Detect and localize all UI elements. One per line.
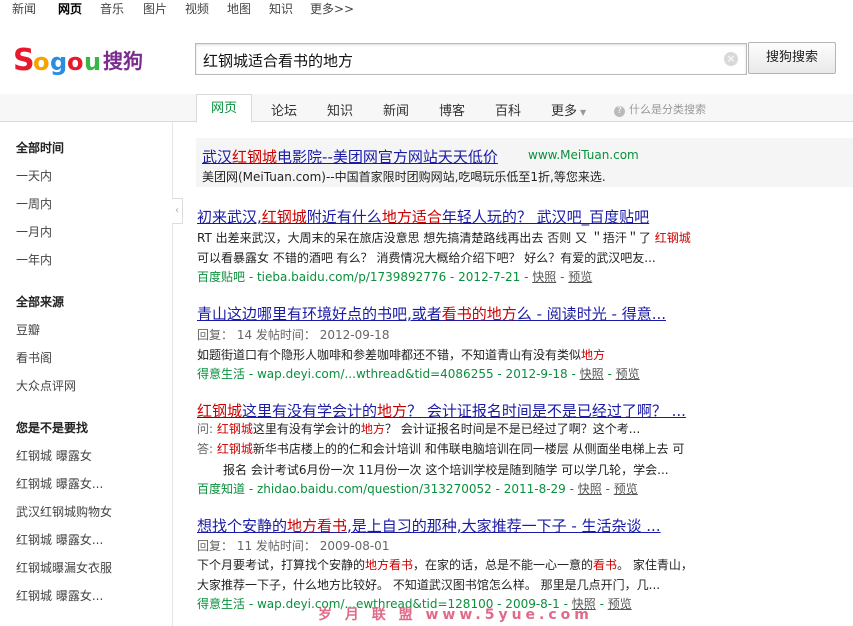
result-url: 得意生活 - wap.deyi.com/...wthread&tid=40862… bbox=[197, 367, 640, 381]
snapshot-link[interactable]: 快照 bbox=[578, 482, 602, 496]
source-filter-item[interactable]: 大众点评网 bbox=[16, 377, 76, 394]
time-filter-item[interactable]: 一年内 bbox=[16, 251, 52, 268]
result-answer: 报名 会计考试6月份一次 11月份一次 这个培训学校是随到随学 可以学几轮，学会… bbox=[223, 463, 669, 477]
result-snippet: 大家推荐一下子，什么地方比较好。 不知道武汉图书馆怎么样。 那里是几点开门，几.… bbox=[197, 578, 661, 592]
search-button[interactable]: 搜狗搜索 bbox=[748, 42, 836, 74]
preview-link[interactable]: 预览 bbox=[568, 270, 592, 284]
topnav-news[interactable]: 新闻 bbox=[12, 0, 36, 17]
snapshot-link[interactable]: 快照 bbox=[580, 367, 604, 381]
snapshot-link[interactable]: 快照 bbox=[532, 270, 556, 284]
topnav-images[interactable]: 图片 bbox=[143, 0, 167, 17]
chevron-down-icon: ▼ bbox=[580, 108, 587, 117]
tab-help-link[interactable]: ? 什么是分类搜索 bbox=[614, 101, 706, 117]
svg-text:o: o bbox=[67, 48, 84, 76]
tab-forum[interactable]: 论坛 bbox=[271, 100, 297, 119]
preview-link[interactable]: 预览 bbox=[616, 367, 640, 381]
topnav-video[interactable]: 视频 bbox=[185, 0, 209, 17]
result-snippet: 如题街道口有个隐形人咖啡和参差咖啡都还不错，不知道青山有没有类似地方 bbox=[197, 348, 606, 362]
tab-web[interactable]: 网页 bbox=[196, 94, 253, 123]
topnav-zhishi[interactable]: 知识 bbox=[269, 0, 293, 17]
tab-news[interactable]: 新闻 bbox=[383, 100, 409, 119]
tab-blog[interactable]: 博客 bbox=[439, 100, 465, 119]
result-snippet: 可以看暴露女 不错的酒吧 有么？ 消费情况大概给介绍下吧？ 好么？有爱的武汉吧友… bbox=[197, 251, 656, 265]
topnav-music[interactable]: 音乐 bbox=[100, 0, 124, 17]
result-url: 百度知道 - zhidao.baidu.com/question/3132700… bbox=[197, 482, 638, 496]
svg-text:搜狗: 搜狗 bbox=[103, 49, 143, 73]
topnav-web[interactable]: 网页 bbox=[58, 0, 82, 17]
suggest-item[interactable]: 红钢城 曝露女... bbox=[16, 531, 103, 548]
suggest-item[interactable]: 红钢城 曝露女... bbox=[16, 475, 103, 492]
search-input[interactable]: 红钢城适合看书的地方 × bbox=[195, 43, 747, 75]
ad-title[interactable]: 武汉红钢城电影院--美团网官方网站天天低价 bbox=[202, 146, 498, 167]
clear-icon[interactable]: × bbox=[724, 52, 738, 66]
result-meta: 回复： 11 发帖时间： 2009-08-01 bbox=[197, 539, 390, 553]
suggest-item[interactable]: 红钢城 曝露女... bbox=[16, 587, 103, 604]
question-icon: ? bbox=[614, 106, 625, 117]
suggest-header: 您是不是要找 bbox=[16, 421, 89, 435]
result-title[interactable]: 初来武汉,红钢城附近有什么地方适合年轻人玩的？ 武汉吧_百度贴吧 bbox=[197, 206, 649, 227]
ad-description: 美团网(MeiTuan.com)--中国首家限时团购网站,吃喝玩乐低至1折,等您… bbox=[202, 170, 606, 184]
suggest-item[interactable]: 红钢城曝漏女衣服 bbox=[16, 559, 112, 576]
tab-more[interactable]: 更多 ▼ bbox=[551, 100, 586, 119]
result-url: 百度贴吧 - tieba.baidu.com/p/1739892776 - 20… bbox=[197, 270, 593, 284]
result-title[interactable]: 想找个安静的地方看书,是上自习的那种,大家推荐一下子 - 生活杂谈 ... bbox=[197, 515, 661, 536]
tab-bar: 网页 论坛 知识 新闻 博客 百科 更多 ▼ ? 什么是分类搜索 bbox=[0, 94, 853, 123]
suggest-item[interactable]: 红钢城 曝露女 bbox=[16, 447, 92, 464]
svg-text:o: o bbox=[33, 48, 50, 76]
svg-text:S: S bbox=[13, 43, 35, 78]
time-filter-item[interactable]: 一月内 bbox=[16, 223, 52, 240]
watermark: 岁 月 联 盟 www.5yue.com bbox=[318, 607, 593, 623]
result-meta: 回复： 14 发帖时间： 2012-09-18 bbox=[197, 328, 390, 342]
source-filter-item[interactable]: 看书阁 bbox=[16, 349, 52, 366]
time-filter-item[interactable]: 一周内 bbox=[16, 195, 52, 212]
search-query[interactable]: 红钢城适合看书的地方 bbox=[203, 50, 353, 71]
tab-zhishi[interactable]: 知识 bbox=[327, 100, 353, 119]
preview-link[interactable]: 预览 bbox=[608, 597, 632, 611]
result-answer: 答: 红钢城新华书店楼上的的仁和会计培训 和伟联电脑培训在同一楼层 从侧面坐电梯… bbox=[197, 442, 685, 456]
suggest-item[interactable]: 武汉红钢城购物女 bbox=[16, 503, 112, 520]
result-snippet: 下个月要考试，打算找个安静的地方看书，在家的话，总是不能一心一意的看书。 家住青… bbox=[197, 558, 693, 572]
topnav-more[interactable]: 更多>> bbox=[310, 0, 354, 17]
source-filter-item[interactable]: 豆瓣 bbox=[16, 321, 40, 338]
result-title[interactable]: 青山这边哪里有环境好点的书吧,或者看书的地方么 - 阅读时光 - 得意... bbox=[197, 303, 666, 324]
sogou-logo[interactable]: S o g o u 搜狗 bbox=[13, 40, 148, 80]
collapse-sidebar-icon[interactable]: ‹ bbox=[172, 198, 183, 224]
result-snippet: RT 出差来武汉，大周末的呆在旅店没意思 想先搞清楚路线再出去 否则 又 ＂捂汗… bbox=[197, 231, 691, 245]
topnav-map[interactable]: 地图 bbox=[227, 0, 251, 17]
top-nav: 新闻 网页 音乐 图片 视频 地图 知识 更多>> bbox=[0, 0, 853, 16]
source-filter-header[interactable]: 全部来源 bbox=[16, 293, 64, 310]
svg-text:g: g bbox=[50, 48, 67, 76]
ad-domain[interactable]: www.MeiTuan.com bbox=[528, 148, 639, 162]
time-filter-header[interactable]: 全部时间 bbox=[16, 139, 64, 156]
result-title[interactable]: 红钢城这里有没有学会计的地方？ 会计证报名时间是不是已经过了啊？ ... bbox=[197, 400, 686, 421]
time-filter-item[interactable]: 一天内 bbox=[16, 167, 52, 184]
tab-baike[interactable]: 百科 bbox=[495, 100, 521, 119]
result-question: 问: 红钢城这里有没有学会计的地方？ 会计证报名时间是不是已经过了啊？这个考..… bbox=[197, 422, 641, 436]
preview-link[interactable]: 预览 bbox=[614, 482, 638, 496]
svg-text:u: u bbox=[84, 48, 101, 76]
